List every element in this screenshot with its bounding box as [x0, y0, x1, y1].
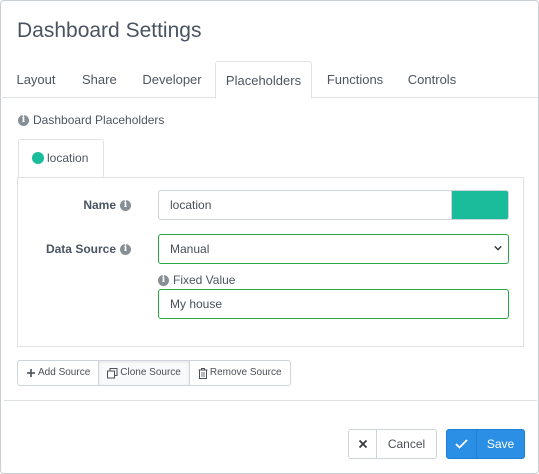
tab-developer[interactable]: Developer: [142, 61, 202, 98]
name-input[interactable]: location: [158, 190, 452, 220]
data-source-label: Data Source i: [18, 242, 131, 256]
name-label: Name i: [18, 198, 131, 212]
dialog-title: Dashboard Settings: [17, 19, 202, 42]
close-icon: [349, 430, 377, 458]
save-label: Save: [486, 437, 515, 451]
name-label-text: Name: [83, 198, 116, 212]
info-icon: i: [120, 244, 131, 256]
info-icon: i: [158, 275, 169, 287]
check-icon: [447, 430, 477, 458]
data-source-label-text: Data Source: [45, 242, 116, 256]
placeholders-pane: i Dashboard Placeholders location Name i l…: [4, 98, 537, 401]
chevron-down-icon: [494, 245, 502, 251]
cancel-label: Cancel: [387, 437, 426, 451]
data-source-value: Manual: [170, 242, 210, 256]
tab-share[interactable]: Share: [82, 61, 117, 98]
color-picker[interactable]: [451, 190, 509, 220]
placeholder-editor-panel: Name i location Data Source i Manual i Fixe…: [17, 177, 524, 347]
remove-source-button[interactable]: Remove Source: [188, 360, 291, 386]
add-source-label: Add Source: [38, 367, 91, 378]
clone-source-label: Clone Source: [120, 367, 181, 378]
trash-icon: [198, 367, 208, 379]
placeholder-tab-label: location: [47, 151, 89, 165]
cancel-button[interactable]: Cancel: [348, 429, 437, 459]
dashboard-settings-dialog: Dashboard Settings Layout Share Develope…: [0, 0, 539, 474]
save-button[interactable]: Save: [446, 429, 525, 459]
tab-controls[interactable]: Controls: [407, 61, 457, 98]
fixed-value-label-text: Fixed Value: [173, 273, 236, 287]
section-label: i Dashboard Placeholders: [18, 113, 164, 127]
section-label-text: Dashboard Placeholders: [33, 113, 165, 127]
data-source-select[interactable]: Manual: [158, 234, 509, 264]
fixed-value-label: i Fixed Value: [158, 273, 235, 287]
source-button-group: Add Source Clone Source Remove Source: [17, 360, 291, 386]
tab-functions[interactable]: Functions: [325, 61, 385, 98]
placeholder-color-dot: [32, 152, 44, 164]
clone-source-button[interactable]: Clone Source: [99, 360, 189, 386]
info-icon: i: [18, 115, 29, 127]
tab-placeholders[interactable]: Placeholders: [215, 61, 312, 99]
tab-layout[interactable]: Layout: [16, 61, 56, 98]
plus-icon: [27, 369, 35, 377]
clone-icon: [107, 367, 118, 378]
fixed-value-input[interactable]: My house: [158, 289, 509, 319]
remove-source-label: Remove Source: [209, 367, 282, 378]
add-source-button[interactable]: Add Source: [17, 360, 100, 386]
placeholder-tab-location[interactable]: location: [18, 139, 104, 177]
settings-tabs: Layout Share Developer Placeholders Func…: [2, 61, 538, 99]
info-icon: i: [120, 200, 131, 212]
